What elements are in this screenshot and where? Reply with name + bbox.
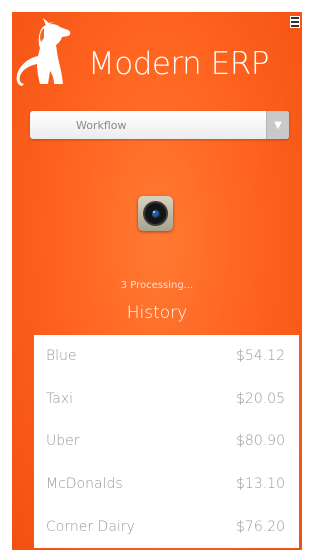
history-item-label: Blue	[46, 348, 77, 365]
history-item-amount: $76.20	[236, 518, 285, 535]
history-item-label: Corner Dairy	[46, 518, 135, 535]
app-title: Modern ERP	[88, 46, 270, 82]
workflow-select[interactable]: Workflow ▼	[30, 111, 289, 139]
history-title: History	[126, 303, 188, 323]
history-item[interactable]: Uber $80.90	[34, 420, 299, 463]
history-item[interactable]: Blue $54.12	[34, 335, 299, 378]
camera-icon	[143, 201, 168, 226]
processing-status: 3 Processing...	[120, 280, 194, 291]
history-item[interactable]: Corner Dairy $76.20	[34, 505, 299, 548]
history-item-amount: $80.90	[236, 433, 285, 450]
dog-logo-icon	[16, 18, 71, 86]
history-item-label: McDonalds	[46, 476, 123, 493]
history-item-amount: $54.12	[236, 348, 285, 365]
camera-button[interactable]	[138, 196, 173, 231]
app-screen: Modern ERP Workflow ▼ 3 Processing... Hi…	[12, 12, 302, 550]
history-item-label: Taxi	[46, 390, 73, 407]
workflow-select-value: Workflow	[76, 118, 127, 132]
chevron-down-icon[interactable]: ▼	[266, 111, 289, 139]
history-item[interactable]: Taxi $20.05	[34, 378, 299, 421]
history-item-amount: $20.05	[236, 390, 285, 407]
history-item-label: Uber	[46, 433, 80, 450]
history-item[interactable]: McDonalds $13.10	[34, 463, 299, 506]
history-list: Blue $54.12 Taxi $20.05 Uber $80.90 McDo…	[34, 335, 299, 548]
menu-icon[interactable]	[290, 16, 300, 28]
history-item-amount: $13.10	[236, 476, 285, 493]
